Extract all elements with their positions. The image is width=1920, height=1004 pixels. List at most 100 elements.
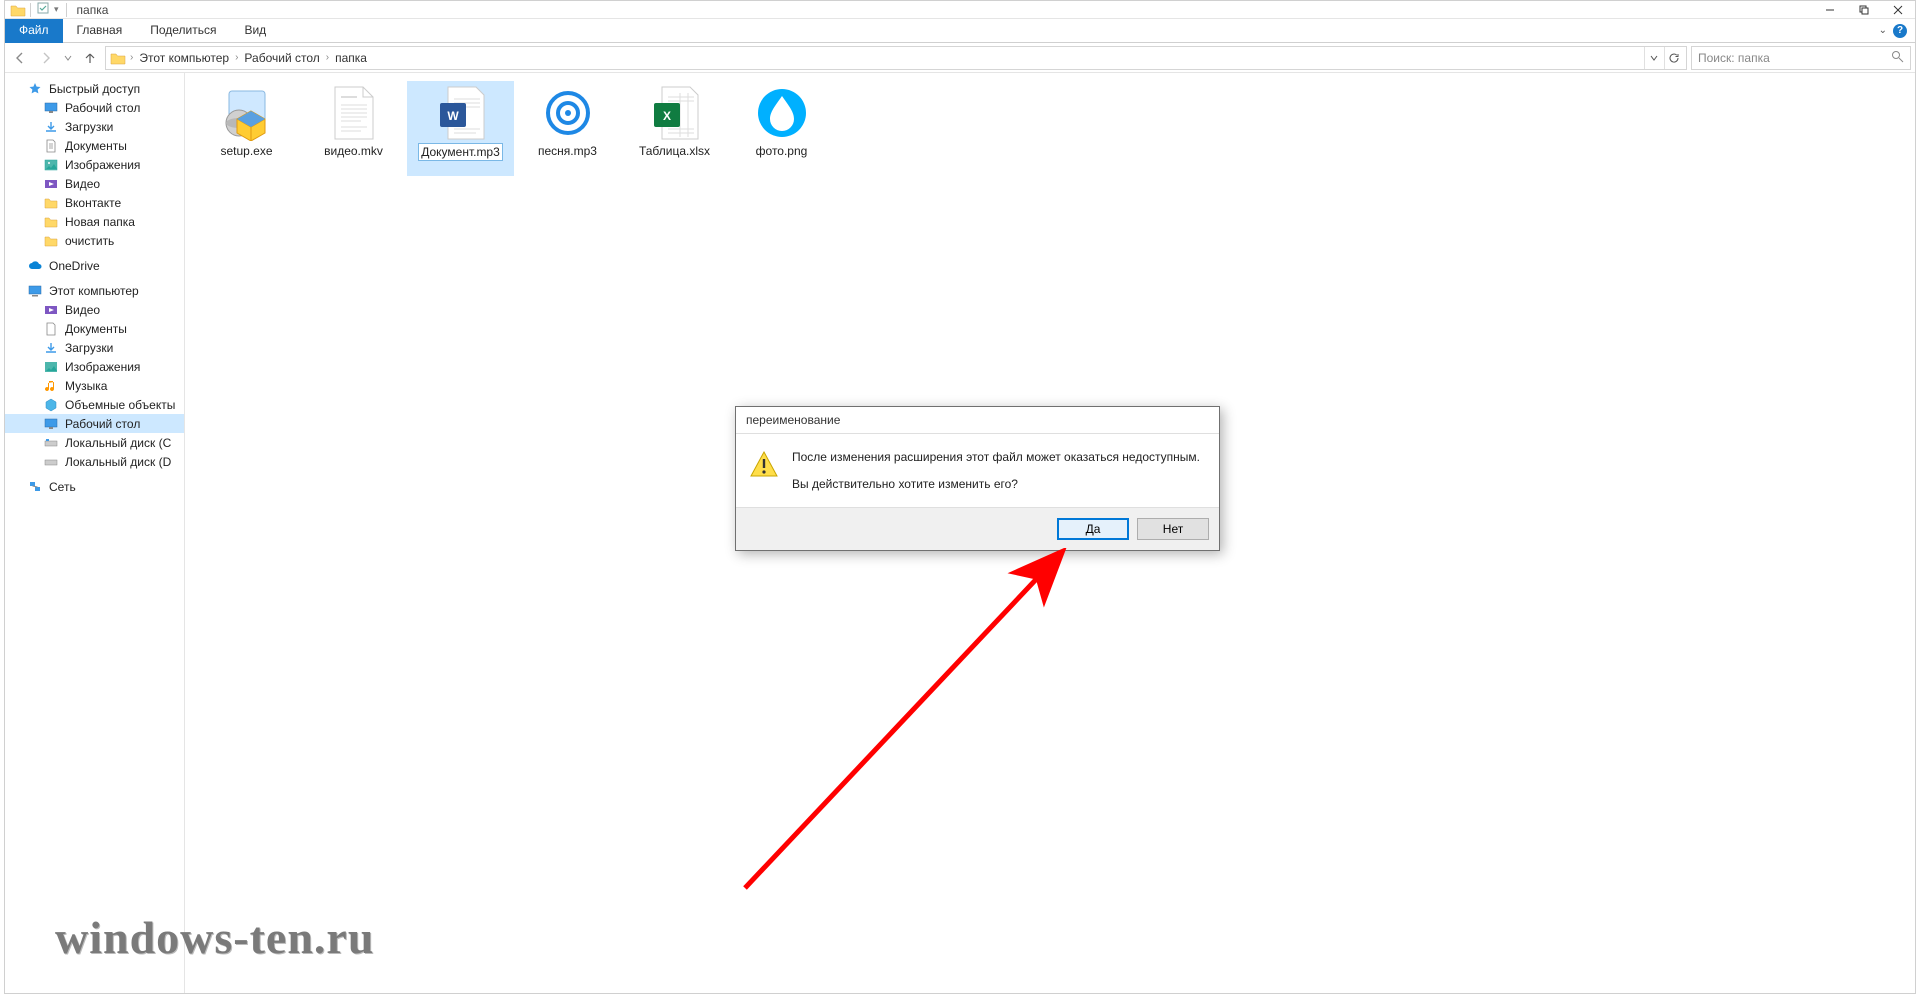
minimize-button[interactable]: [1813, 1, 1847, 19]
sidebar-label: Быстрый доступ: [49, 82, 140, 96]
file-item[interactable]: X Таблица.xlsx: [621, 81, 728, 176]
breadcrumb[interactable]: Этот компьютер: [135, 51, 233, 65]
folder-icon: [10, 3, 26, 17]
sidebar-label: Документы: [65, 139, 127, 153]
sidebar-item-quick-access[interactable]: Быстрый доступ: [5, 79, 184, 98]
dialog-body: После изменения расширения этот файл мож…: [736, 434, 1219, 507]
ribbon-right: ⌄ ?: [1879, 24, 1915, 38]
sidebar-item-disk-c[interactable]: Локальный диск (C: [5, 433, 184, 452]
sidebar-item-downloads[interactable]: Загрузки: [5, 117, 184, 136]
file-item[interactable]: видео.mkv: [300, 81, 407, 176]
title-bar: ▾ папка: [5, 1, 1915, 19]
address-bar[interactable]: › Этот компьютер › Рабочий стол › папка: [105, 46, 1687, 70]
separator: [30, 3, 31, 17]
file-item[interactable]: W Документ.mp3: [407, 81, 514, 176]
qat-dropdown-icon[interactable]: ▾: [51, 4, 62, 15]
quick-access-toolbar: ▾: [5, 2, 71, 17]
video-icon: [43, 177, 59, 191]
search-input[interactable]: Поиск: папка: [1691, 46, 1911, 70]
sidebar-label: Рабочий стол: [65, 101, 140, 115]
window-title: папка: [77, 3, 109, 17]
tab-home[interactable]: Главная: [63, 19, 137, 43]
dialog-line1: После изменения расширения этот файл мож…: [792, 448, 1200, 467]
sidebar-item-music[interactable]: Музыка: [5, 376, 184, 395]
sidebar-label: Объемные объекты: [65, 398, 175, 412]
sidebar-item-folder[interactable]: очистить: [5, 231, 184, 250]
help-icon[interactable]: ?: [1893, 24, 1907, 38]
breadcrumb[interactable]: папка: [331, 51, 371, 65]
ribbon-expand-icon[interactable]: ⌄: [1879, 25, 1887, 36]
sidebar-item-network[interactable]: Сеть: [5, 477, 184, 496]
sidebar-item-folder[interactable]: Новая папка: [5, 212, 184, 231]
dialog-footer: Да Нет: [736, 507, 1219, 550]
sidebar-label: Видео: [65, 177, 100, 191]
address-bar-buttons: [1644, 47, 1682, 69]
video-icon: [43, 303, 59, 317]
word-file-icon: W: [431, 83, 491, 143]
sidebar-item-desktop[interactable]: Рабочий стол: [5, 98, 184, 117]
sidebar-item-onedrive[interactable]: OneDrive: [5, 256, 184, 275]
sidebar-item-documents[interactable]: Документы: [5, 319, 184, 338]
sidebar-item-desktop[interactable]: Рабочий стол: [5, 414, 184, 433]
sidebar-item-documents[interactable]: Документы: [5, 136, 184, 155]
sidebar-label: Музыка: [65, 379, 107, 393]
sidebar-label: Сеть: [49, 480, 76, 494]
refresh-icon[interactable]: [1664, 47, 1682, 69]
sidebar-item-videos[interactable]: Видео: [5, 174, 184, 193]
file-item[interactable]: setup.exe: [193, 81, 300, 176]
drop-icon: [752, 83, 812, 143]
download-icon: [43, 341, 59, 355]
up-button[interactable]: [79, 47, 101, 69]
sidebar-item-folder[interactable]: Вконтакте: [5, 193, 184, 212]
network-icon: [27, 480, 43, 494]
breadcrumb[interactable]: Рабочий стол: [240, 51, 323, 65]
svg-text:X: X: [662, 109, 670, 123]
sidebar-label: Локальный диск (D: [65, 455, 171, 469]
recent-dropdown[interactable]: [61, 47, 75, 69]
sidebar-item-disk-d[interactable]: Локальный диск (D: [5, 452, 184, 471]
sidebar-label: Видео: [65, 303, 100, 317]
disc-icon: [538, 83, 598, 143]
watermark: windows-ten.ru: [55, 911, 374, 964]
forward-button[interactable]: [35, 47, 57, 69]
file-item[interactable]: песня.mp3: [514, 81, 621, 176]
navigation-row: › Этот компьютер › Рабочий стол › папка …: [5, 43, 1915, 73]
tab-file[interactable]: Файл: [5, 19, 63, 43]
yes-button[interactable]: Да: [1057, 518, 1129, 540]
chevron-right-icon[interactable]: ›: [233, 52, 240, 63]
picture-icon: [43, 158, 59, 172]
file-item[interactable]: фото.png: [728, 81, 835, 176]
sidebar-item-pictures[interactable]: Изображения: [5, 155, 184, 174]
tab-share[interactable]: Поделиться: [136, 19, 230, 43]
maximize-button[interactable]: [1847, 1, 1881, 19]
sidebar-label: Изображения: [65, 158, 140, 172]
qat-button[interactable]: [35, 2, 51, 17]
sidebar-item-3d[interactable]: Объемные объекты: [5, 395, 184, 414]
separator: [66, 3, 67, 17]
sidebar-item-this-pc[interactable]: Этот компьютер: [5, 281, 184, 300]
chevron-right-icon[interactable]: ›: [324, 52, 331, 63]
close-button[interactable]: [1881, 1, 1915, 19]
tab-view[interactable]: Вид: [230, 19, 280, 43]
sidebar-label: Рабочий стол: [65, 417, 140, 431]
sidebar-label: Изображения: [65, 360, 140, 374]
text-file-icon: [324, 83, 384, 143]
warning-icon: [748, 448, 780, 480]
no-button[interactable]: Нет: [1137, 518, 1209, 540]
address-dropdown-icon[interactable]: [1644, 47, 1662, 69]
drive-icon: [43, 455, 59, 469]
pc-icon: [27, 284, 43, 298]
sidebar-item-videos[interactable]: Видео: [5, 300, 184, 319]
desktop-icon: [43, 101, 59, 115]
dialog-message: После изменения расширения этот файл мож…: [792, 448, 1200, 493]
svg-text:W: W: [447, 109, 459, 123]
chevron-right-icon[interactable]: ›: [128, 52, 135, 63]
sidebar-item-downloads[interactable]: Загрузки: [5, 338, 184, 357]
sidebar-item-pictures[interactable]: Изображения: [5, 357, 184, 376]
excel-file-icon: X: [645, 83, 705, 143]
file-label: Документ.mp3: [418, 143, 503, 161]
download-icon: [43, 120, 59, 134]
back-button[interactable]: [9, 47, 31, 69]
file-label: setup.exe: [218, 143, 274, 159]
search-icon: [1891, 50, 1904, 66]
